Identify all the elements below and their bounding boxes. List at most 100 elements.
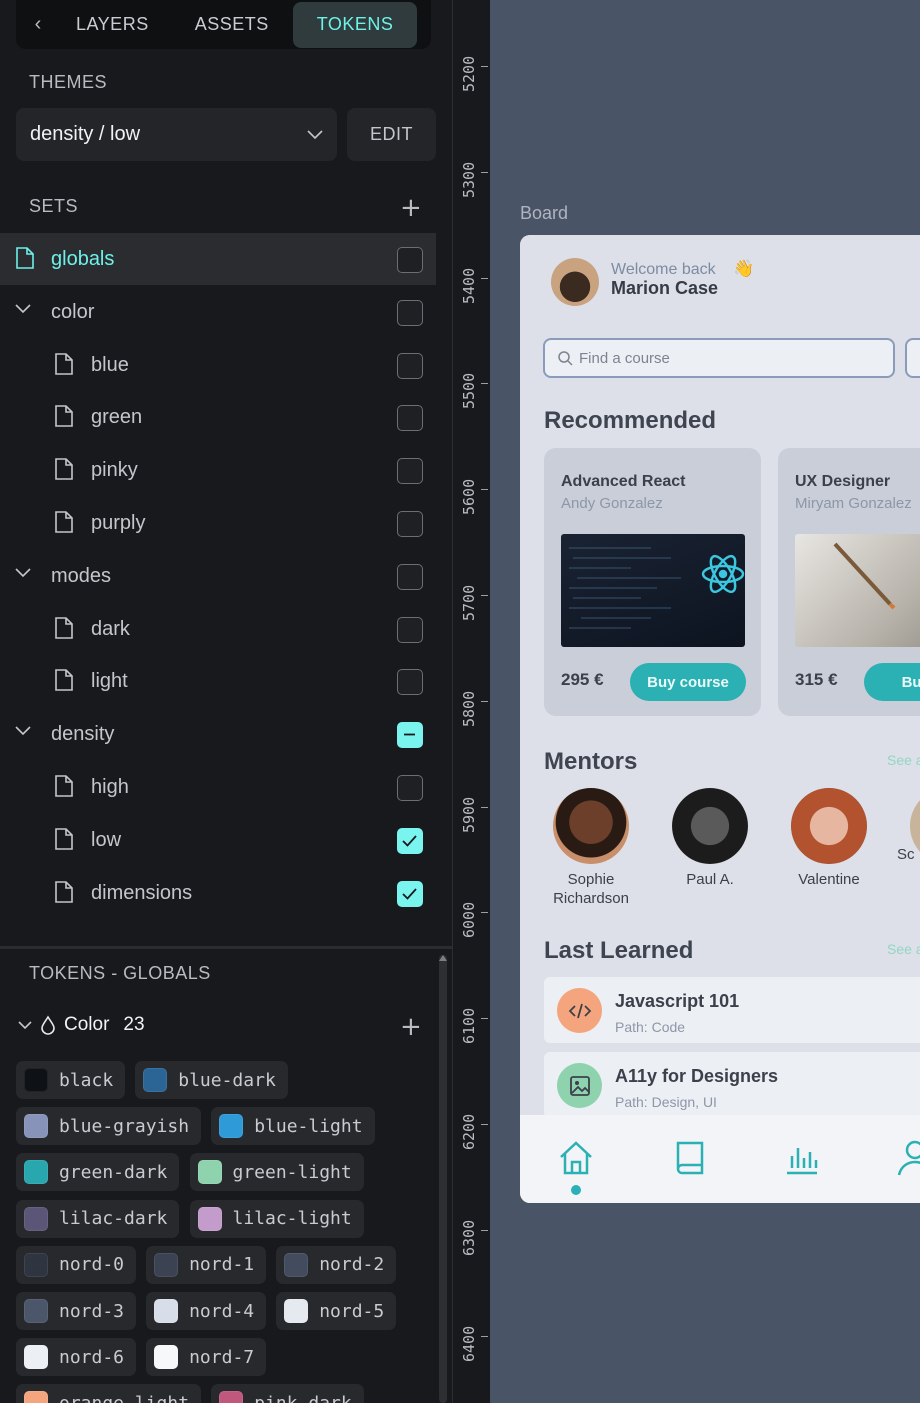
- add-set-icon[interactable]: +: [400, 195, 422, 221]
- color-token[interactable]: green-dark: [16, 1153, 180, 1192]
- tab-layers[interactable]: LAYERS: [76, 2, 173, 48]
- file-icon: [55, 405, 73, 428]
- search-input[interactable]: Find a course: [543, 338, 895, 378]
- set-checkbox[interactable]: [397, 775, 423, 801]
- edit-themes-button[interactable]: EDIT: [347, 108, 436, 161]
- set-checkbox[interactable]: [397, 511, 423, 537]
- board[interactable]: Welcome back Marion Case 👋 Find a course…: [520, 235, 920, 1203]
- color-token[interactable]: nord-4: [146, 1292, 267, 1330]
- buy-course-button[interactable]: Buy c: [864, 663, 920, 701]
- canvas[interactable]: Board Welcome back Marion Case 👋 Find a …: [490, 0, 920, 1403]
- scrollbar[interactable]: [439, 955, 447, 1403]
- color-token[interactable]: pink-dark: [211, 1384, 364, 1403]
- set-checkbox[interactable]: [397, 669, 423, 696]
- stats-icon[interactable]: [782, 1138, 822, 1178]
- color-token[interactable]: green-light: [189, 1153, 364, 1192]
- mentor-item[interactable]: Paul A.: [655, 788, 765, 889]
- set-checkbox[interactable]: [397, 405, 423, 432]
- color-swatch: [24, 1068, 48, 1092]
- see-all-last-learned-link[interactable]: See a: [887, 941, 920, 957]
- file-icon: [55, 458, 73, 480]
- set-checkbox[interactable]: [397, 458, 423, 485]
- color-token[interactable]: nord-5: [276, 1292, 397, 1330]
- vertical-ruler: 5200 5300 5400 5500 5600 5700 5800 5900 6000 6100…: [452, 0, 490, 1403]
- set-checkbox[interactable]: [397, 299, 423, 326]
- set-item-globals[interactable]: globals: [0, 233, 436, 285]
- color-group-header[interactable]: Color 23: [18, 1014, 145, 1036]
- file-icon: [55, 827, 73, 850]
- color-token[interactable]: nord-1: [146, 1245, 267, 1284]
- chevron-down-icon[interactable]: [14, 566, 32, 578]
- set-item-dark[interactable]: dark: [0, 603, 436, 655]
- mentor-item[interactable]: Sophie Richardson: [536, 788, 646, 908]
- set-checkbox[interactable]: [397, 352, 423, 379]
- chevron-down-icon[interactable]: [14, 724, 32, 736]
- color-token[interactable]: blue-dark: [135, 1061, 288, 1099]
- set-item-label: light: [91, 670, 128, 693]
- panel-divider: [0, 946, 452, 949]
- tab-assets[interactable]: ASSETS: [173, 2, 291, 48]
- course-title: A11y for Designers: [615, 1066, 779, 1086]
- set-checkbox[interactable]: [397, 563, 423, 590]
- avatar: [551, 258, 599, 306]
- list-item[interactable]: Javascript 101 Path: Code: [544, 977, 920, 1043]
- color-token[interactable]: black: [16, 1061, 126, 1099]
- color-token[interactable]: lilac-light: [189, 1199, 364, 1238]
- set-item-color[interactable]: color: [0, 286, 436, 338]
- color-swatch: [143, 1068, 168, 1092]
- color-token-name: nord-7: [189, 1346, 255, 1368]
- set-checkbox[interactable]: [397, 616, 423, 643]
- set-checkbox[interactable]: [397, 827, 423, 854]
- filter-button[interactable]: [905, 338, 920, 378]
- board-label[interactable]: Board: [520, 203, 568, 224]
- add-token-icon[interactable]: +: [400, 1014, 422, 1040]
- set-item-density[interactable]: density: [0, 708, 436, 760]
- list-item[interactable]: A11y for Designers Path: Design, UI: [544, 1052, 920, 1118]
- mentor-item[interactable]: Sc: [893, 788, 920, 889]
- set-item-blue[interactable]: blue: [0, 339, 436, 391]
- set-checkbox[interactable]: [397, 247, 423, 273]
- book-icon[interactable]: [670, 1138, 710, 1178]
- mentor-item[interactable]: Valentine: [774, 788, 884, 889]
- set-item-high[interactable]: high: [0, 761, 436, 813]
- buy-course-button[interactable]: Buy course: [630, 663, 746, 701]
- color-token-name: nord-0: [59, 1254, 125, 1276]
- color-token[interactable]: nord-7: [146, 1338, 267, 1377]
- color-token[interactable]: lilac-dark: [16, 1199, 180, 1238]
- color-token-name: nord-5: [319, 1300, 385, 1322]
- tab-tokens[interactable]: TOKENS: [292, 1, 418, 48]
- color-token[interactable]: nord-2: [276, 1245, 397, 1284]
- home-icon[interactable]: [556, 1138, 596, 1178]
- set-checkbox[interactable]: [397, 722, 423, 749]
- ruler-label: 6300: [460, 1219, 478, 1256]
- check-icon: [402, 835, 417, 847]
- color-swatch: [284, 1252, 309, 1277]
- set-item-label: modes: [51, 564, 112, 587]
- color-token[interactable]: orange-light: [16, 1384, 202, 1403]
- mentor-avatar: [553, 788, 629, 864]
- profile-icon[interactable]: [895, 1138, 920, 1178]
- set-item-purply[interactable]: purply: [0, 497, 436, 549]
- color-token[interactable]: blue-light: [211, 1107, 375, 1146]
- color-token[interactable]: nord-3: [16, 1292, 137, 1330]
- color-token[interactable]: nord-0: [16, 1245, 137, 1284]
- set-checkbox[interactable]: [397, 880, 423, 907]
- course-card[interactable]: UX Designer Miryam Gonzalez 315 € Buy c: [778, 448, 920, 716]
- color-swatch: [284, 1299, 309, 1323]
- set-item-low[interactable]: low: [0, 814, 436, 866]
- color-token-name: nord-1: [189, 1254, 255, 1276]
- ruler-label: 6000: [460, 902, 478, 939]
- theme-select[interactable]: density / low: [16, 108, 337, 161]
- set-item-light[interactable]: light: [0, 655, 436, 707]
- set-item-pinky[interactable]: pinky: [0, 444, 436, 496]
- set-item-modes[interactable]: modes: [0, 550, 436, 602]
- course-card[interactable]: Advanced React Andy Gonzalez 295 € Buy c…: [544, 448, 761, 716]
- color-swatch: [197, 1206, 222, 1231]
- back-icon[interactable]: ‹: [28, 13, 48, 36]
- color-token[interactable]: nord-6: [16, 1338, 137, 1377]
- set-item-dimensions[interactable]: dimensions: [0, 867, 436, 919]
- color-token[interactable]: blue-grayish: [16, 1107, 202, 1146]
- see-all-mentors-link[interactable]: See a: [887, 752, 920, 768]
- chevron-down-icon[interactable]: [14, 302, 32, 314]
- set-item-green[interactable]: green: [0, 391, 436, 443]
